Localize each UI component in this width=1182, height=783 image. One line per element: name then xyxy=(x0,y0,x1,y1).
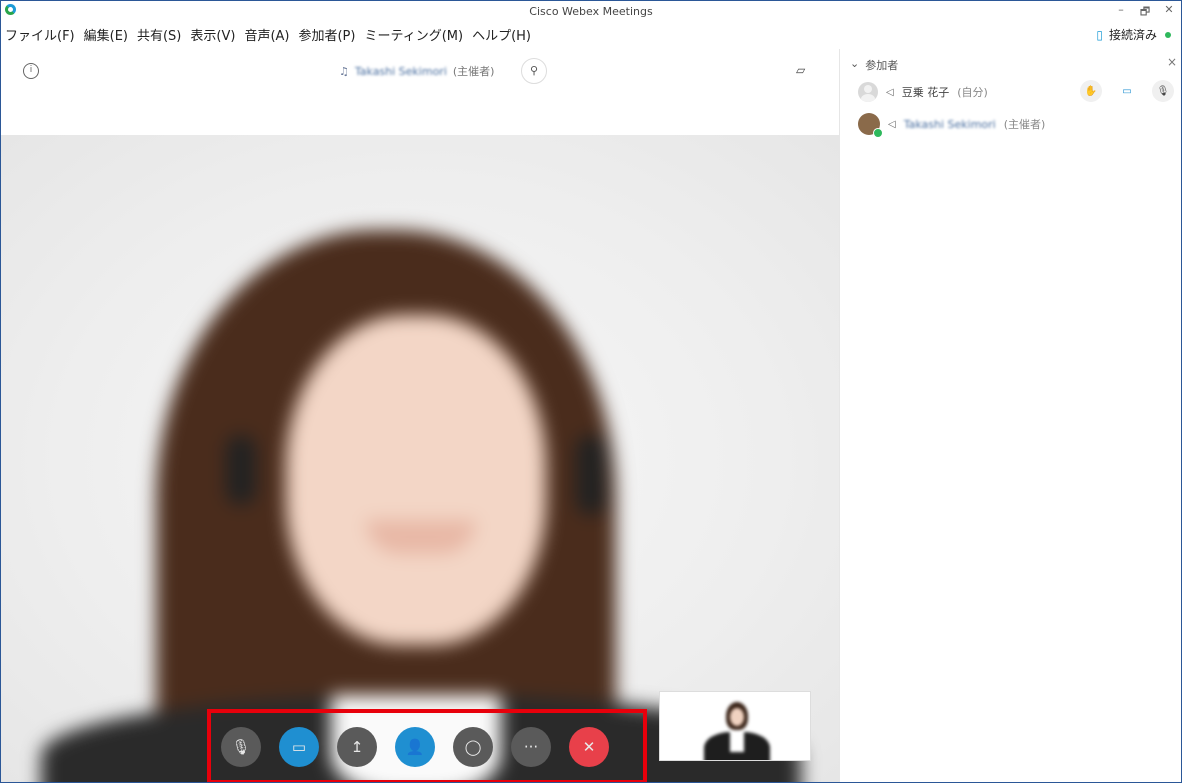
participant-mute-button[interactable]: 🎙 xyxy=(1152,80,1174,102)
participant-role: (主催者) xyxy=(1003,118,1046,131)
chat-button[interactable]: ◯ xyxy=(453,727,493,767)
active-speaker-role: (主催者) xyxy=(452,65,495,78)
restore-button[interactable]: 🗗 xyxy=(1139,3,1151,22)
more-options-button[interactable]: ··· xyxy=(511,727,551,767)
participants-button[interactable]: 👤 xyxy=(395,727,435,767)
window-controls: – 🗗 ✕ xyxy=(1115,3,1175,22)
audio-icon: ♫ xyxy=(339,64,349,78)
participants-icon: 👤 xyxy=(405,738,425,756)
layout-icon[interactable]: ▱ xyxy=(796,63,805,77)
menu-bar: ファイル(F) 編集(E) 共有(S) 表示(V) 音声(A) 参加者(P) ミ… xyxy=(1,23,531,45)
participant-name: Takashi Sekimori xyxy=(903,117,996,131)
avatar xyxy=(858,82,878,102)
host-badge-icon xyxy=(873,128,883,138)
raise-hand-button[interactable]: ✋ xyxy=(1080,80,1102,102)
self-view-video[interactable] xyxy=(659,691,811,761)
active-speaker-video xyxy=(1,135,839,782)
connection-status-label: 接続済み xyxy=(1108,28,1157,42)
meeting-stage: i ♫ Takashi Sekimori (主催者) ⚲ ▱ xyxy=(1,49,839,782)
pin-icon[interactable]: ⚲ xyxy=(521,58,547,84)
participants-panel: ⌄ 参加者 × ◁ 豆乗 花子 (自分) ✋ ▭ 🎙 ◁ Takashi Sek… xyxy=(839,49,1181,782)
menu-meeting[interactable]: ミーティング(M) xyxy=(364,25,463,44)
stage-header: i ♫ Takashi Sekimori (主催者) ⚲ ▱ xyxy=(1,49,839,93)
active-speaker-label: ♫ Takashi Sekimori (主催者) xyxy=(339,63,494,79)
menu-help[interactable]: ヘルプ(H) xyxy=(472,25,531,44)
menu-file[interactable]: ファイル(F) xyxy=(5,25,75,44)
participant-row[interactable]: ◁ Takashi Sekimori (主催者) xyxy=(858,111,1046,138)
mic-muted-icon: 🎙 xyxy=(231,738,251,756)
video-button[interactable]: ▭ xyxy=(279,727,319,767)
menu-share[interactable]: 共有(S) xyxy=(137,25,181,44)
camera-icon: ▭ xyxy=(291,738,307,756)
avatar xyxy=(858,113,883,138)
panel-close-button[interactable]: × xyxy=(1167,55,1177,69)
leave-meeting-button[interactable]: ✕ xyxy=(569,727,609,767)
webex-window: Cisco Webex Meetings – 🗗 ✕ ファイル(F) 編集(E)… xyxy=(0,0,1182,783)
more-icon: ··· xyxy=(523,738,539,756)
close-window-button[interactable]: ✕ xyxy=(1163,3,1175,22)
title-bar: Cisco Webex Meetings – 🗗 ✕ xyxy=(1,1,1181,21)
participant-name: 豆乗 花子 xyxy=(901,86,950,99)
connection-status[interactable]: ▯ 接続済み xyxy=(1096,26,1171,43)
share-icon: ↥ xyxy=(350,738,364,756)
participant-row-actions: ✋ ▭ 🎙 xyxy=(1080,80,1174,102)
audio-icon: ◁ xyxy=(886,86,894,98)
menu-participant[interactable]: 参加者(P) xyxy=(298,25,355,44)
participants-panel-header[interactable]: ⌄ 参加者 xyxy=(850,57,898,73)
active-speaker-name: Takashi Sekimori xyxy=(354,64,447,78)
minimize-button[interactable]: – xyxy=(1115,3,1127,22)
mute-button[interactable]: 🎙 xyxy=(221,727,261,767)
window-title: Cisco Webex Meetings xyxy=(529,5,653,18)
microphone-icon: ▯ xyxy=(1096,27,1103,42)
menu-edit[interactable]: 編集(E) xyxy=(84,25,128,44)
menu-audio[interactable]: 音声(A) xyxy=(244,25,289,44)
participant-role: (自分) xyxy=(957,86,988,99)
participant-video-button[interactable]: ▭ xyxy=(1116,80,1138,102)
info-icon[interactable]: i xyxy=(23,63,39,79)
share-button[interactable]: ↥ xyxy=(337,727,377,767)
participant-row[interactable]: ◁ 豆乗 花子 (自分) xyxy=(858,79,988,105)
participants-panel-title: 参加者 xyxy=(865,59,899,72)
audio-icon: ◁ xyxy=(888,118,896,130)
meeting-controls: 🎙 ▭ ↥ 👤 ◯ ··· ✕ xyxy=(221,727,609,767)
speaker-video-feed xyxy=(1,135,839,782)
connected-dot-icon xyxy=(1165,31,1171,38)
menu-view[interactable]: 表示(V) xyxy=(190,25,235,44)
chat-icon: ◯ xyxy=(464,738,482,756)
close-icon: ✕ xyxy=(582,738,596,756)
chevron-down-icon: ⌄ xyxy=(850,57,860,70)
